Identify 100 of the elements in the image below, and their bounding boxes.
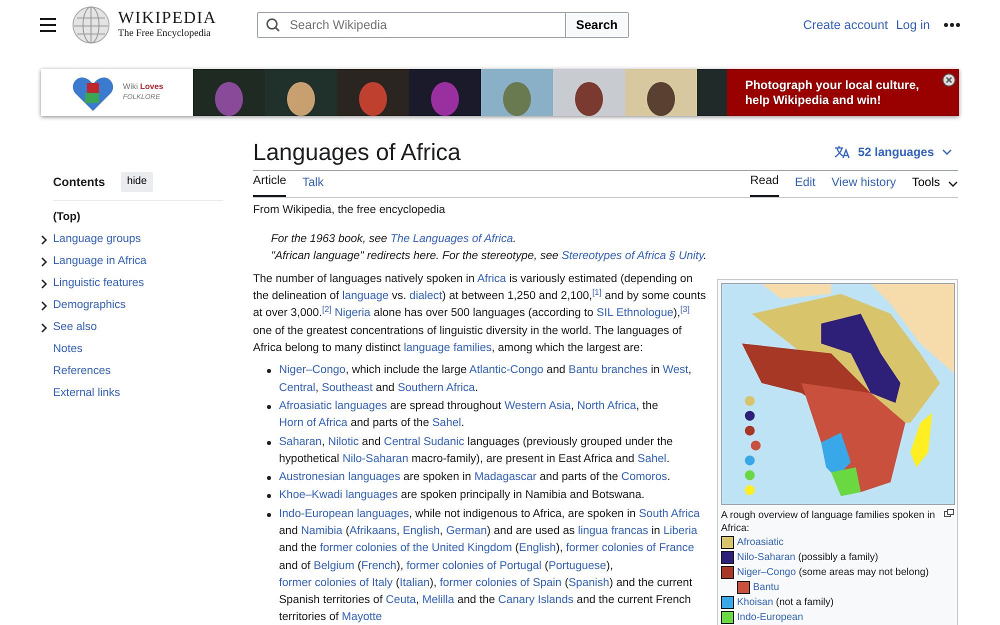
link[interactable]: South Africa: [638, 508, 700, 520]
link[interactable]: dialect: [409, 290, 442, 302]
chevron-right-icon[interactable]: [40, 234, 48, 245]
toc-item[interactable]: Language groups: [53, 231, 141, 248]
chevron-right-icon[interactable]: [40, 256, 48, 267]
legend-link[interactable]: Indo-European: [737, 610, 804, 625]
tab[interactable]: Talk: [302, 170, 324, 197]
legend-link[interactable]: Bantu: [753, 580, 780, 595]
link[interactable]: West: [662, 364, 688, 376]
enlarge-icon[interactable]: [944, 508, 954, 517]
link[interactable]: Horn of Africa: [279, 417, 348, 430]
link[interactable]: Comoros: [621, 471, 668, 484]
header-link[interactable]: Log in: [896, 16, 930, 34]
toc-item[interactable]: Language in Africa: [53, 253, 147, 270]
link[interactable]: [2]: [322, 307, 335, 320]
legend-link[interactable]: Khoisan: [737, 594, 774, 610]
languages-button[interactable]: 52 languages: [828, 142, 958, 162]
link[interactable]: Southern Africa: [398, 382, 475, 394]
link[interactable]: language: [342, 290, 389, 302]
toc-item[interactable]: Linguistic features: [53, 275, 144, 292]
toc-item[interactable]: Notes: [53, 341, 83, 358]
link[interactable]: Nigeria: [334, 307, 370, 320]
link[interactable]: Canary Islands: [498, 594, 574, 606]
globe-logo-icon[interactable]: [72, 6, 110, 44]
link[interactable]: Madagascar: [474, 471, 536, 484]
link[interactable]: Indo-European languages: [279, 508, 410, 520]
link[interactable]: Portuguese: [548, 560, 606, 572]
search-field[interactable]: Search Wikipedia Search: [256, 12, 629, 38]
link[interactable]: former colonies of Spain: [440, 576, 562, 589]
tab[interactable]: Article: [253, 170, 286, 197]
link[interactable]: Spanish: [568, 576, 610, 589]
tagline: The Free Encyclopedia: [118, 27, 212, 41]
link[interactable]: former colonies of the United Kingdom: [320, 542, 512, 554]
chevron-right-icon[interactable]: [40, 300, 48, 311]
link[interactable]: lingua francas: [578, 525, 648, 537]
legend-link[interactable]: Niger–Congo: [737, 564, 796, 580]
link[interactable]: [1]: [592, 290, 602, 302]
more-icon[interactable]: [944, 23, 960, 27]
link[interactable]: Afroasiatic languages: [279, 400, 388, 412]
logo-text: Wiki Loves: [122, 81, 164, 94]
legend-link[interactable]: Nilo-Saharan: [737, 550, 796, 565]
link[interactable]: Niger–Congo: [279, 364, 346, 376]
link[interactable]: Saharan: [279, 436, 322, 448]
tab[interactable]: Edit: [794, 170, 816, 197]
toc-item[interactable]: (Top): [53, 209, 80, 226]
menu-icon[interactable]: [40, 18, 58, 32]
link[interactable]: Namibia: [301, 525, 342, 537]
link[interactable]: Liberia: [663, 525, 698, 537]
link[interactable]: Ceuta: [386, 594, 416, 606]
link[interactable]: former colonies of France: [566, 542, 694, 554]
link[interactable]: language families: [404, 342, 492, 354]
link[interactable]: English: [402, 525, 440, 537]
link[interactable]: The Languages of Africa: [390, 232, 513, 245]
search-button[interactable]: Search: [565, 13, 628, 37]
link[interactable]: North Africa: [577, 400, 636, 412]
toc-item[interactable]: See also: [53, 319, 97, 336]
link[interactable]: [3]: [680, 307, 690, 320]
caret-icon: [948, 180, 958, 187]
link[interactable]: Sahel: [432, 417, 462, 430]
link[interactable]: Central Sudanic: [384, 436, 464, 448]
link[interactable]: Africa: [477, 272, 506, 285]
legend-link[interactable]: Afroasiatic: [737, 534, 784, 550]
link[interactable]: former colonies of Portugal: [406, 560, 542, 572]
hatnote: For the 1963 book, see The Languages of Africa.: [270, 232, 518, 247]
link[interactable]: Afrikaans: [349, 525, 396, 537]
link[interactable]: Belgium: [314, 560, 354, 572]
tab[interactable]: Read: [750, 170, 779, 197]
tools-dropdown[interactable]: Tools: [912, 170, 958, 197]
link[interactable]: Southeast: [322, 382, 373, 394]
link[interactable]: Stereotypes of Africa § Unity: [562, 250, 704, 262]
hide-button[interactable]: hide: [121, 172, 153, 192]
toc-item[interactable]: Demographics: [53, 297, 126, 314]
link[interactable]: Khoe–Kwadi languages: [279, 489, 398, 502]
link[interactable]: Central: [279, 382, 316, 394]
bullet-icon: [267, 476, 271, 480]
link[interactable]: Melilla: [422, 594, 454, 606]
link[interactable]: Mayotte: [342, 611, 382, 624]
header-link[interactable]: Create account: [803, 16, 888, 34]
toc-item[interactable]: External links: [53, 385, 120, 402]
link[interactable]: English: [518, 542, 556, 554]
link[interactable]: Sahel: [638, 452, 666, 465]
translate-icon: [834, 145, 850, 160]
tab[interactable]: View history: [832, 170, 896, 197]
link[interactable]: Nilo-Saharan: [342, 452, 408, 465]
link[interactable]: Atlantic-Congo: [469, 364, 544, 376]
link[interactable]: French: [361, 560, 396, 572]
link[interactable]: Western Asia: [504, 400, 571, 412]
close-icon[interactable]: [942, 73, 956, 87]
link[interactable]: Bantu branches: [568, 364, 648, 376]
link[interactable]: Italian: [400, 576, 430, 589]
link[interactable]: SIL Ethnologue: [596, 307, 674, 320]
chevron-right-icon[interactable]: [40, 278, 48, 289]
toc-item[interactable]: References: [53, 363, 111, 380]
link[interactable]: former colonies of Italy: [279, 576, 393, 589]
link[interactable]: Austronesian languages: [279, 471, 400, 484]
hatnote: "African language" redirects here. For the stereotype, see Stereotypes of Africa § Unity.: [270, 248, 708, 264]
link[interactable]: Nilotic: [328, 436, 359, 448]
link[interactable]: German: [446, 525, 487, 537]
bullet-icon: [267, 440, 271, 445]
chevron-right-icon[interactable]: [40, 322, 48, 333]
